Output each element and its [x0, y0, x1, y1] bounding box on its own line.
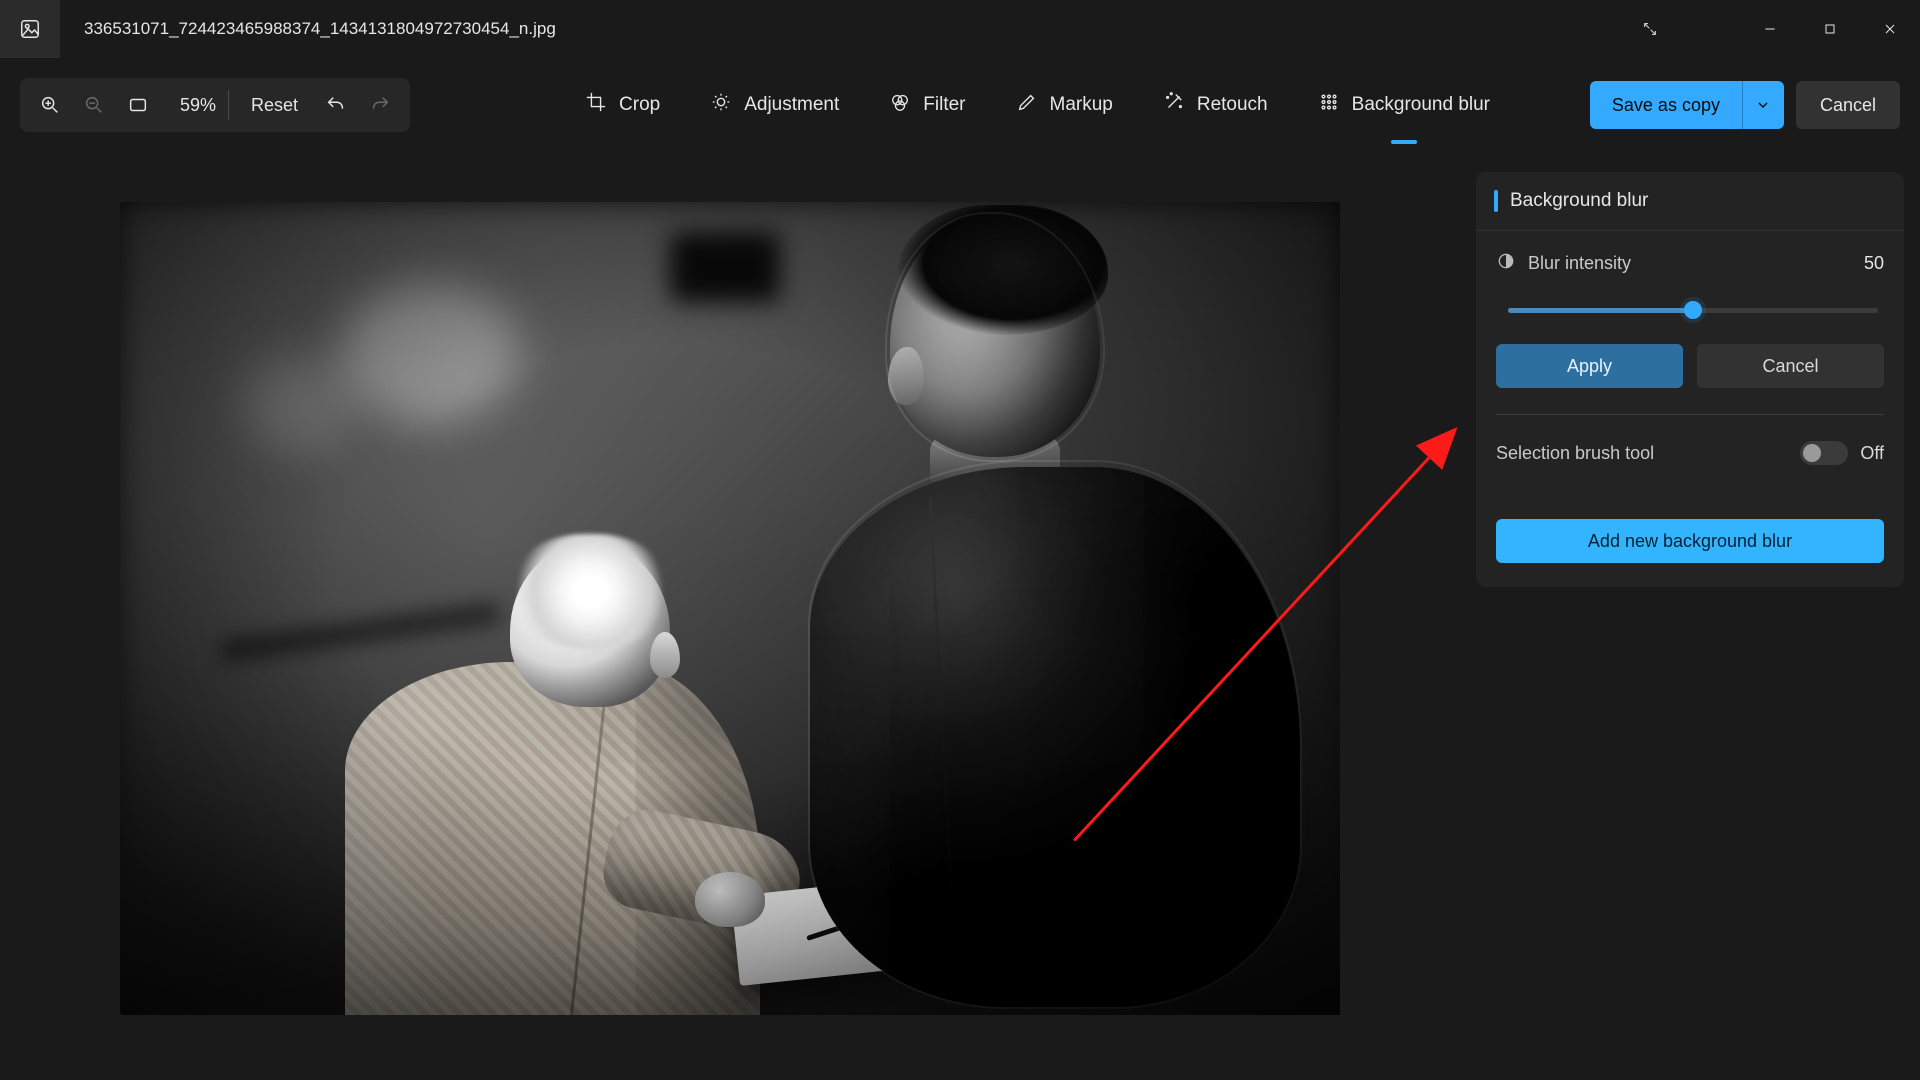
panel-cancel-button[interactable]: Cancel: [1697, 344, 1884, 388]
zoom-percent[interactable]: 59%: [162, 95, 222, 116]
undo-icon[interactable]: [316, 85, 356, 125]
panel-title: Background blur: [1510, 190, 1648, 212]
cancel-button[interactable]: Cancel: [1796, 81, 1900, 129]
add-new-background-blur-button[interactable]: Add new background blur: [1496, 519, 1884, 563]
header-accent: [1494, 190, 1498, 212]
toolbar: 59% Reset Crop Adjustment Filter: [0, 58, 1920, 152]
divider: [1496, 414, 1884, 415]
save-dropdown-icon[interactable]: [1742, 81, 1784, 129]
blur-intensity-value: 50: [1864, 253, 1884, 274]
blur-intensity-row: Blur intensity 50: [1496, 251, 1884, 276]
blur-intensity-icon: [1496, 251, 1516, 276]
image-canvas[interactable]: [120, 202, 1340, 1015]
markup-icon: [1016, 91, 1038, 119]
filter-icon: [889, 91, 911, 119]
maximize-icon[interactable]: [1800, 0, 1860, 58]
tab-markup[interactable]: Markup: [1016, 58, 1113, 152]
save-as-copy-button[interactable]: Save as copy: [1590, 81, 1742, 129]
tab-adjustment-label: Adjustment: [744, 94, 839, 116]
fit-screen-icon[interactable]: [118, 85, 158, 125]
filename: 336531071_724423465988374_14341318049727…: [60, 0, 580, 58]
tab-retouch-label: Retouch: [1197, 94, 1268, 116]
minimize-icon[interactable]: [1740, 0, 1800, 58]
retouch-icon: [1163, 91, 1185, 119]
app-icon: [0, 0, 60, 58]
tab-retouch[interactable]: Retouch: [1163, 58, 1268, 152]
selection-brush-toggle[interactable]: [1800, 441, 1848, 465]
zoom-out-icon[interactable]: [74, 85, 114, 125]
selection-brush-label: Selection brush tool: [1496, 443, 1654, 464]
tab-crop[interactable]: Crop: [585, 58, 660, 152]
tool-tabs: Crop Adjustment Filter Markup Retouch: [585, 58, 1490, 152]
tab-crop-label: Crop: [619, 94, 660, 116]
redo-icon[interactable]: [360, 85, 400, 125]
zoom-in-icon[interactable]: [30, 85, 70, 125]
zoom-group: 59% Reset: [20, 78, 410, 132]
close-icon[interactable]: [1860, 0, 1920, 58]
apply-button[interactable]: Apply: [1496, 344, 1683, 388]
tab-background-blur[interactable]: Background blur: [1318, 58, 1490, 152]
adjustment-icon: [710, 91, 732, 119]
background-blur-icon: [1318, 91, 1340, 119]
tab-filter-label: Filter: [923, 94, 965, 116]
crop-icon: [585, 91, 607, 119]
save-split-button: Save as copy: [1590, 81, 1784, 129]
panel-header: Background blur: [1476, 172, 1904, 231]
blur-intensity-slider[interactable]: [1508, 298, 1878, 322]
canvas-area[interactable]: [0, 152, 1460, 1080]
selection-brush-state: Off: [1860, 443, 1884, 464]
reset-button[interactable]: Reset: [237, 85, 312, 125]
selection-brush-row: Selection brush tool Off: [1496, 441, 1884, 465]
blur-intensity-label: Blur intensity: [1528, 253, 1631, 274]
tab-adjustment[interactable]: Adjustment: [710, 58, 839, 152]
fullscreen-icon[interactable]: [1620, 0, 1680, 58]
side-panel: Background blur Blur intensity 50: [1460, 152, 1920, 1080]
titlebar: 336531071_724423465988374_14341318049727…: [0, 0, 1920, 58]
tab-filter[interactable]: Filter: [889, 58, 965, 152]
tab-background-blur-label: Background blur: [1352, 94, 1490, 116]
divider: [228, 90, 229, 120]
tab-markup-label: Markup: [1050, 94, 1113, 116]
